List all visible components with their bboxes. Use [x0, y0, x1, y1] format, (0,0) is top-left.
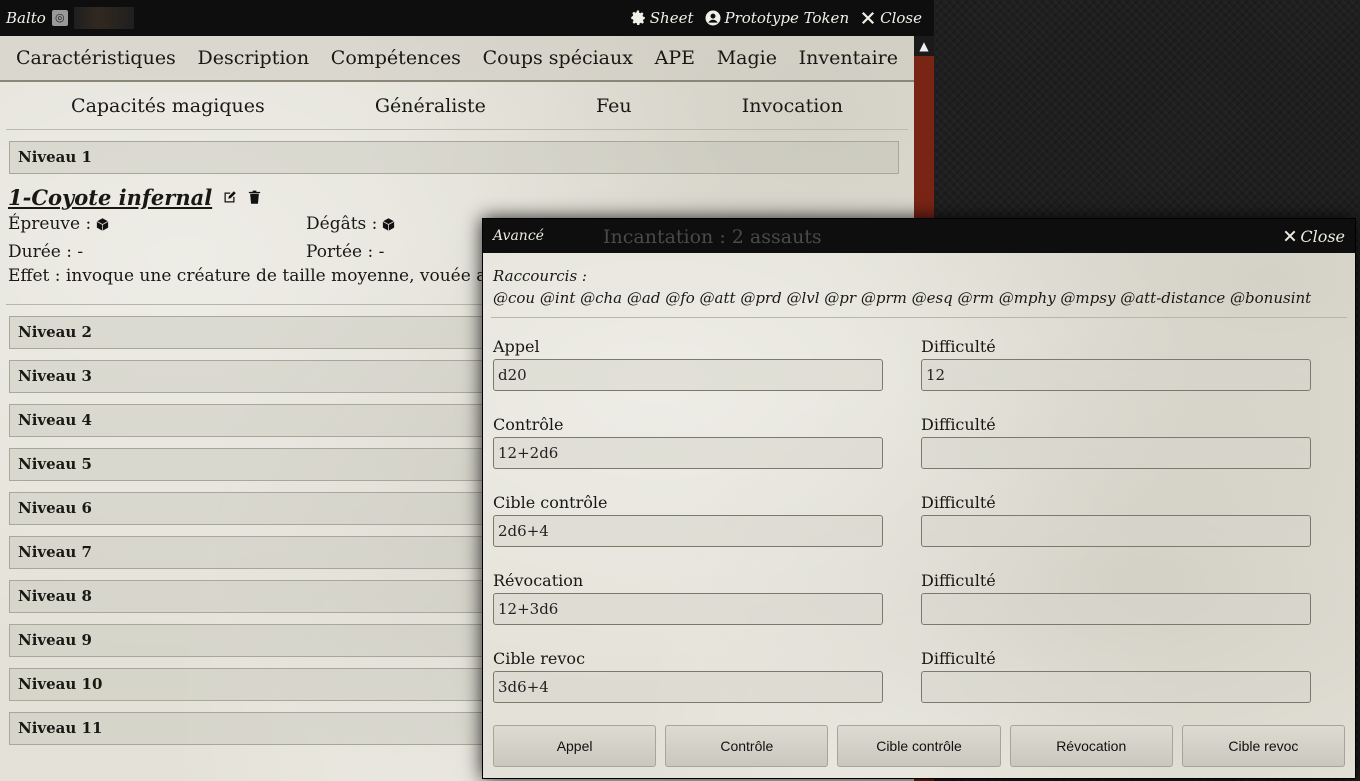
magic-subtabs: Capacités magiques Généraliste Feu Invoc…: [6, 82, 908, 130]
roll-fields: Appel Difficulté Contrôle Difficulté Cib…: [493, 337, 1323, 717]
revocation-label: Révocation: [493, 571, 584, 590]
gear-icon: [631, 10, 645, 25]
shortcuts-label: Raccourcis :: [493, 267, 587, 285]
difficulty-label: Difficulté: [921, 571, 996, 590]
globe-icon[interactable]: ◎: [51, 10, 68, 26]
tab-inventaire[interactable]: Inventaire: [799, 47, 898, 69]
sheet-close-label: Close: [880, 9, 922, 27]
tab-caracteristiques[interactable]: Caractéristiques: [16, 47, 176, 69]
duree-text: Durée : -: [8, 242, 84, 262]
advanced-close-label: Close: [1300, 226, 1345, 246]
tab-ape[interactable]: APE: [655, 47, 695, 69]
spell-title[interactable]: 1-Coyote infernal: [8, 185, 212, 210]
revocation-difficulty-input[interactable]: [921, 593, 1311, 625]
edit-icon[interactable]: [222, 190, 237, 205]
dice-icon[interactable]: [381, 217, 396, 232]
divider: [491, 317, 1347, 318]
cible-controle-field: Cible contrôle: [493, 493, 883, 561]
shortcuts-block: Raccourcis : @cou @int @cha @ad @fo @att…: [483, 253, 1355, 307]
tab-coups-speciaux[interactable]: Coups spéciaux: [483, 47, 633, 69]
cible-controle-label: Cible contrôle: [493, 493, 608, 512]
roll-buttons: Appel Contrôle Cible contrôle Révocation…: [493, 725, 1346, 769]
cible-revoc-label: Cible revoc: [493, 649, 586, 668]
advanced-dialog-title: Avancé: [493, 228, 544, 244]
advanced-dialog: Avancé Incantation : 2 assauts Close Rac…: [482, 218, 1356, 779]
appel-difficulty-field: Difficulté: [921, 337, 1311, 405]
close-icon: [862, 11, 875, 25]
sheet-config-label: Sheet: [649, 9, 694, 27]
controle-roll-button[interactable]: Contrôle: [665, 725, 829, 767]
controle-difficulty-field: Difficulté: [921, 415, 1311, 483]
appel-input[interactable]: [493, 359, 883, 391]
subtab-feu[interactable]: Feu: [596, 95, 632, 117]
sheet-title: Balto: [6, 9, 46, 27]
sheet-config-button[interactable]: Sheet: [629, 9, 694, 27]
tab-competences[interactable]: Compétences: [331, 47, 461, 69]
epreuve-label: Épreuve :: [8, 214, 92, 234]
trash-icon[interactable]: [247, 190, 262, 205]
controle-label: Contrôle: [493, 415, 564, 434]
controle-input[interactable]: [493, 437, 883, 469]
prototype-token-label: Prototype Token: [724, 9, 850, 27]
sheet-close-button[interactable]: Close: [859, 9, 922, 27]
appel-field: Appel: [493, 337, 883, 405]
appel-label: Appel: [493, 337, 540, 356]
cible-controle-difficulty-field: Difficulté: [921, 493, 1311, 561]
degats-label: Dégâts :: [306, 214, 378, 234]
appel-roll-button[interactable]: Appel: [493, 725, 657, 767]
cible-controle-roll-button[interactable]: Cible contrôle: [837, 725, 1001, 767]
cible-revoc-difficulty-input[interactable]: [921, 671, 1311, 703]
subtab-capacites-magiques[interactable]: Capacités magiques: [71, 95, 265, 117]
prototype-token-button[interactable]: Prototype Token: [704, 9, 850, 27]
appel-difficulty-input[interactable]: [921, 359, 1311, 391]
advanced-dialog-body: Raccourcis : @cou @int @cha @ad @fo @att…: [483, 253, 1355, 778]
subtab-generaliste[interactable]: Généraliste: [375, 95, 486, 117]
difficulty-label: Difficulté: [921, 337, 996, 356]
revocation-input[interactable]: [493, 593, 883, 625]
cible-revoc-roll-button[interactable]: Cible revoc: [1181, 725, 1346, 767]
subtab-invocation[interactable]: Invocation: [742, 95, 843, 117]
revocation-difficulty-field: Difficulté: [921, 571, 1311, 639]
incantation-text: Incantation : 2 assauts: [603, 226, 822, 248]
main-tabs: Caractéristiques Description Compétences…: [0, 36, 914, 82]
revocation-roll-button[interactable]: Révocation: [1009, 725, 1173, 767]
tab-magie[interactable]: Magie: [717, 47, 777, 69]
difficulty-label: Difficulté: [921, 493, 996, 512]
user-circle-icon: [705, 10, 720, 26]
dice-icon[interactable]: [95, 217, 110, 232]
advanced-dialog-header[interactable]: Avancé Incantation : 2 assauts Close: [483, 219, 1355, 253]
chevron-up-icon[interactable]: ▲: [914, 36, 934, 56]
cible-controle-input[interactable]: [493, 515, 883, 547]
advanced-close-button[interactable]: Close: [1282, 227, 1345, 246]
controle-difficulty-input[interactable]: [921, 437, 1311, 469]
difficulty-label: Difficulté: [921, 649, 996, 668]
controle-field: Contrôle: [493, 415, 883, 483]
difficulty-label: Difficulté: [921, 415, 996, 434]
cible-revoc-input[interactable]: [493, 671, 883, 703]
sheet-header: Balto ◎ Sheet Prototype Token Close: [0, 0, 934, 36]
level-header-1[interactable]: Niveau 1: [9, 141, 899, 174]
cible-revoc-field: Cible revoc: [493, 649, 883, 717]
header-controls: Sheet Prototype Token Close: [629, 9, 934, 27]
revocation-field: Révocation: [493, 571, 883, 639]
tab-description[interactable]: Description: [198, 47, 310, 69]
close-icon: [1284, 230, 1296, 242]
cible-controle-difficulty-input[interactable]: [921, 515, 1311, 547]
cible-revoc-difficulty-field: Difficulté: [921, 649, 1311, 717]
portrait-thumbnail: [73, 7, 134, 29]
shortcuts-list: @cou @int @cha @ad @fo @att @prd @lvl @p…: [493, 289, 1312, 307]
